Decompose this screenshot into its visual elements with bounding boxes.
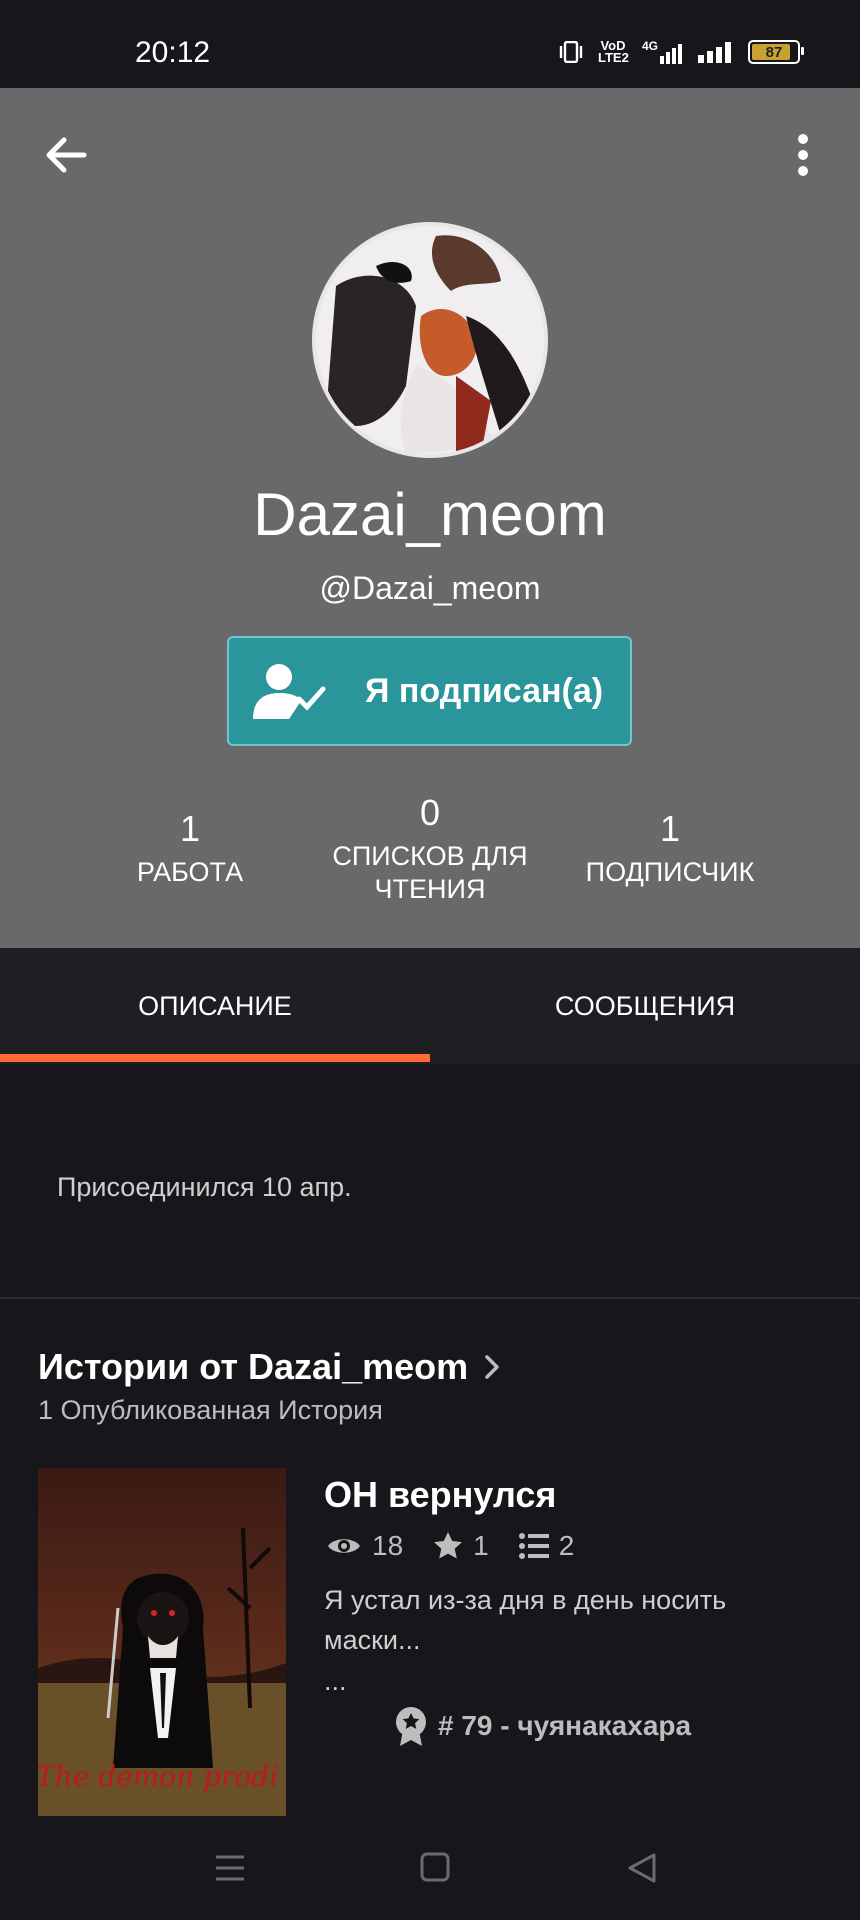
story-rank-label: # 79 - чуянакахара bbox=[438, 1710, 692, 1741]
battery-icon: 87 bbox=[748, 40, 804, 64]
4g-signal-icon: 4G bbox=[642, 40, 684, 64]
story-votes: 1 bbox=[473, 1530, 489, 1561]
joined-date: Присоединился 10 апр. bbox=[57, 1172, 352, 1202]
signal-icon bbox=[698, 42, 731, 63]
story-cover[interactable]: The demon prodi bbox=[38, 1468, 286, 1816]
vibrate-icon bbox=[559, 41, 583, 63]
section-divider bbox=[0, 1297, 860, 1299]
network-type: 4G bbox=[641, 39, 658, 53]
status-bar: 20:12 VoD LTE2 4G 87 bbox=[0, 0, 860, 88]
reading-lists-count: 0 bbox=[419, 792, 441, 833]
tab-about[interactable]: ОПИСАНИЕ bbox=[0, 948, 430, 1064]
home-icon[interactable] bbox=[420, 1852, 450, 1882]
star-icon bbox=[434, 1532, 463, 1559]
profile-tabs: ОПИСАНИЕ СООБЩЕНИЯ bbox=[0, 948, 860, 1064]
eye-icon bbox=[328, 1539, 360, 1553]
back-triangle-icon[interactable] bbox=[626, 1852, 658, 1884]
story-stats: 18 1 2 bbox=[326, 1530, 604, 1562]
followers-count: 1 bbox=[659, 808, 681, 849]
avatar-image bbox=[316, 226, 544, 454]
tab-messages[interactable]: СООБЩЕНИЯ bbox=[430, 948, 860, 1064]
stat-reading-lists[interactable]: 0 СПИСКОВ ДЛЯ ЧТЕНИЯ bbox=[310, 792, 550, 906]
more-options-icon[interactable] bbox=[786, 133, 820, 177]
profile-handle: @Dazai_meom bbox=[319, 570, 541, 606]
works-label: РАБОТА bbox=[136, 857, 244, 887]
following-button-label: Я подписан(а) bbox=[365, 671, 604, 710]
story-rank[interactable]: # 79 - чуянакахара bbox=[394, 1706, 691, 1746]
user-check-icon bbox=[253, 664, 326, 719]
story-parts: 2 bbox=[558, 1530, 575, 1561]
story-description-more: ... bbox=[324, 1666, 347, 1696]
ribbon-badge-icon bbox=[396, 1707, 426, 1746]
status-icons: VoD LTE2 4G 87 bbox=[558, 38, 804, 65]
battery-level: 87 bbox=[765, 43, 783, 61]
avatar[interactable] bbox=[312, 222, 548, 458]
following-button[interactable]: Я подписан(а) bbox=[227, 636, 632, 746]
list-icon bbox=[518, 1533, 549, 1559]
volte-icon: VoD LTE2 bbox=[597, 38, 629, 65]
chevron-right-icon bbox=[485, 1355, 499, 1379]
stories-subtitle: 1 Опубликованная История bbox=[38, 1395, 383, 1425]
recent-apps-icon[interactable] bbox=[214, 1852, 246, 1884]
stat-followers[interactable]: 1 ПОДПИСЧИК bbox=[550, 808, 790, 889]
profile-name: Dazai_meom bbox=[253, 481, 607, 548]
story-title[interactable]: ОН вернулся bbox=[324, 1474, 556, 1516]
stat-works[interactable]: 1 РАБОТА bbox=[70, 808, 310, 889]
reading-lists-label: СПИСКОВ ДЛЯ ЧТЕНИЯ bbox=[332, 841, 528, 904]
story-cover-text: The demon prodi bbox=[38, 1760, 279, 1793]
status-time: 20:12 bbox=[135, 36, 211, 69]
works-count: 1 bbox=[179, 808, 201, 849]
stories-title: Истории от Dazai_meom bbox=[38, 1346, 469, 1387]
stories-section-header[interactable]: Истории от Dazai_meom bbox=[38, 1346, 500, 1388]
story-reads: 18 bbox=[372, 1530, 404, 1561]
back-arrow-icon[interactable] bbox=[44, 133, 88, 177]
followers-label: ПОДПИСЧИК bbox=[585, 857, 755, 887]
story-description: Я устал из-за дня в день носить маски... bbox=[324, 1585, 727, 1655]
